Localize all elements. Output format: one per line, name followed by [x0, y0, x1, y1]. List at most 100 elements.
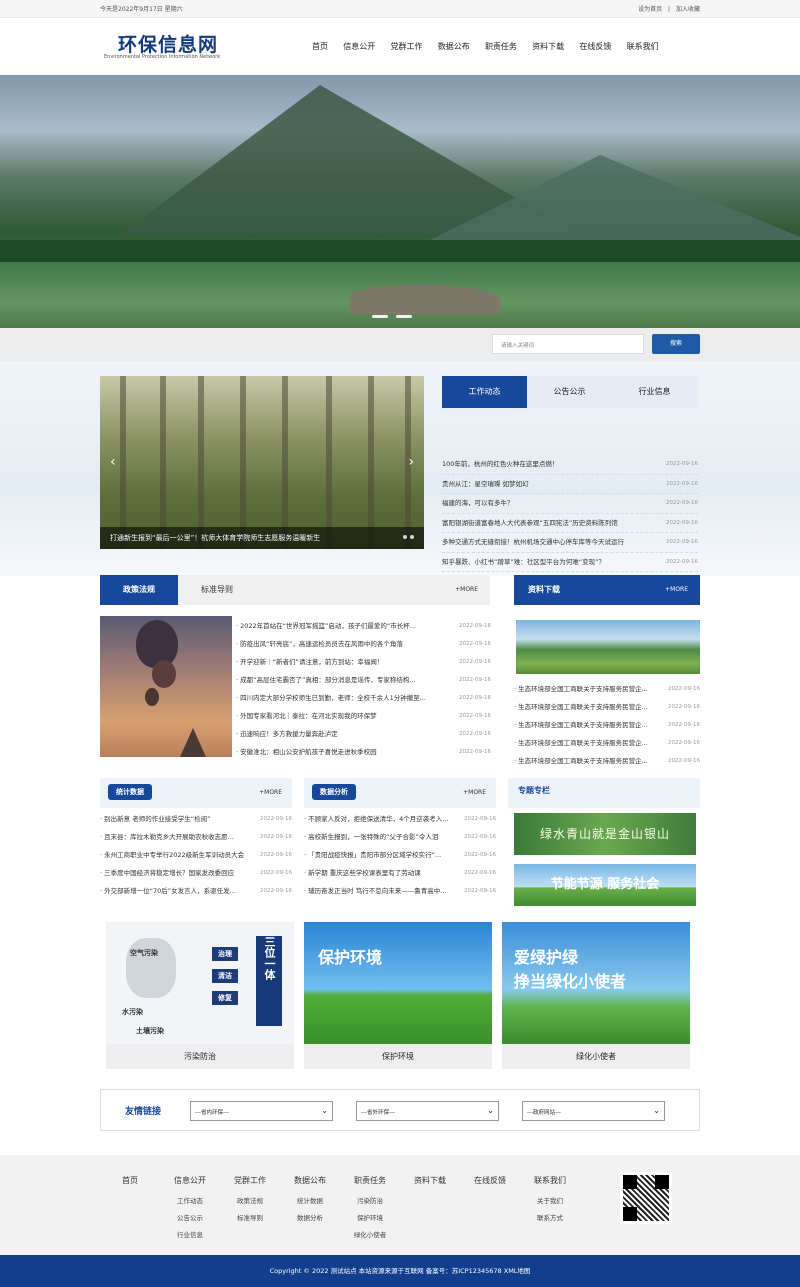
list-item[interactable]: · 新学期 重庆这些学校课表里有了劳动课 2022-09-16 [304, 864, 496, 882]
list-item-title[interactable]: · 生态环境部全国工商联关于支持服务民营企... [514, 721, 648, 729]
list-item-title[interactable]: · 外交部新增一位“70后”女发言人，系驱任发... [100, 887, 236, 895]
list-item-title[interactable]: · 2022年首站在“世界冠军摇篮”启动，孩子们最爱的“市长杯... [236, 622, 416, 630]
tab-work-news[interactable]: 工作动态 [442, 376, 527, 408]
list-item-title[interactable]: · 四川内定大部分学校师生已到勤，老师：全校千余人1分钟撤至... [236, 694, 426, 702]
list-item[interactable]: · 2022年首站在“世界冠军摇篮”启动，孩子们最爱的“市长杯... 2022-0… [236, 617, 491, 635]
footer-sublink[interactable]: 关于我们 [526, 1193, 574, 1210]
list-item[interactable]: · 成都“高层住宅霸否了”真相：部分消息是谣传，专家称结构... 2022-09-… [236, 671, 491, 689]
footer-sublink[interactable]: 绿化小使者 [346, 1227, 394, 1244]
footer-sublink[interactable]: 公告公示 [166, 1210, 214, 1227]
footer-link-info[interactable]: 信息公开 [166, 1175, 214, 1186]
list-item-title[interactable]: · 外国专家看河北｜泰拉：在河北实现我的环保梦 [236, 712, 377, 720]
nav-item-downloads[interactable]: 资料下载 [532, 41, 564, 52]
nav-item-contact[interactable]: 联系我们 [627, 41, 659, 52]
downloads-more-link[interactable]: +MORE [665, 575, 688, 605]
search-button[interactable]: 搜索 [652, 334, 700, 354]
nav-item-party[interactable]: 党群工作 [390, 41, 422, 52]
footer-sublink[interactable]: 政策法规 [226, 1193, 274, 1210]
set-home-link[interactable]: 设为首页 [638, 6, 662, 13]
tab-standards[interactable]: 标准导则 [178, 575, 256, 605]
special-banner-green[interactable]: 绿水青山就是金山银山 [514, 813, 696, 855]
footer-sublink[interactable]: 保护环境 [346, 1210, 394, 1227]
list-item[interactable]: · 别出新意 老师的作业接受学生“检阅” 2022-09-16 [100, 810, 292, 828]
list-item-title[interactable]: · 开学迎新｜“新者们”请注意，前方到站：幸福阀！ [236, 658, 383, 666]
slider-dot[interactable] [403, 535, 407, 539]
list-item-title[interactable]: 贵州从江：星空璀璨 如梦如幻 [442, 480, 529, 488]
site-logo[interactable]: 环保信息网 [118, 30, 218, 57]
list-item[interactable]: 多种交通方式无缝衔接！杭州机场交通中心停车库等今天试运行 2022-09-16 [442, 533, 698, 553]
slider-next-icon[interactable]: › [408, 454, 414, 470]
list-item[interactable]: · 生态环境部全国工商联关于支持服务民营企... 2022-09-16 [514, 716, 700, 734]
select-province-env[interactable]: ---省内环保--- ⌄ [190, 1101, 333, 1121]
footer-link-home[interactable]: 首页 [110, 1175, 150, 1186]
nav-item-home[interactable]: 首页 [312, 41, 328, 52]
card-pollution[interactable]: 空气污染 治理 清洁 修复 水污染 土壤污染 三位一体 污染防治 [106, 922, 294, 1069]
select-outside-env[interactable]: ---省外环保--- ⌄ [356, 1101, 499, 1121]
footer-link-contact[interactable]: 联系我们 [526, 1175, 574, 1186]
list-item[interactable]: 福建的海，可以有多牛？ 2022-09-16 [442, 494, 698, 514]
list-item-title[interactable]: · 生态环境部全国工商联关于支持服务民营企... [514, 757, 648, 765]
footer-sublink[interactable]: 数据分析 [286, 1210, 334, 1227]
list-item[interactable]: · 三季度中国经济将稳定增长？国家发改委回应 2022-09-16 [100, 864, 292, 882]
list-item[interactable]: 富阳银湖街道富春地人大代表参观“五四宪法”历史资料陈列馆 2022-09-16 [442, 514, 698, 533]
footer-link-data[interactable]: 数据公布 [286, 1175, 334, 1186]
tab-industry[interactable]: 行业信息 [612, 376, 697, 408]
list-item[interactable]: · 安徽淮北：相山公安护航孩子喜悦走进秋季校园 2022-09-16 [236, 743, 491, 761]
list-item[interactable]: · 「贵阳战疫快报」贵阳市部分区域学校实行“... 2022-09-16 [304, 846, 496, 864]
footer-link-duties[interactable]: 职责任务 [346, 1175, 394, 1186]
card-caption[interactable]: 绿化小使者 [502, 1044, 690, 1069]
list-item-title[interactable]: 知乎暴跌、小红书“蹭草”难：社区型平台为何难“变现”？ [442, 558, 605, 566]
footer-link-party[interactable]: 党群工作 [226, 1175, 274, 1186]
downloads-image[interactable] [516, 620, 700, 674]
list-item-title[interactable]: 富阳银湖街道富春地人大代表参观“五四宪法”历史资料陈列馆 [442, 519, 618, 527]
list-item[interactable]: · 高校新生报到，一张特殊的“父子合影”令人泪 2022-09-16 [304, 828, 496, 846]
list-item[interactable]: 知乎暴跌、小红书“蹭草”难：社区型平台为何难“变现”？ 2022-09-16 [442, 553, 698, 572]
list-item-title[interactable]: · 三季度中国经济将稳定增长？国家发改委回应 [100, 869, 234, 877]
list-item-title[interactable]: · 成都“高层住宅霸否了”真相：部分消息是谣传，专家称结构... [236, 676, 416, 684]
list-item-title[interactable]: · 永州工商职业中专举行2022级新生军训动员大会 [100, 851, 244, 859]
nav-item-data[interactable]: 数据公布 [438, 41, 470, 52]
footer-sublink[interactable]: 行业信息 [166, 1227, 214, 1244]
add-favorite-link[interactable]: 加入收藏 [676, 6, 700, 13]
list-item[interactable]: · 不顾家人反对，拒绝保送清华，4个月逆袭考入... 2022-09-16 [304, 810, 496, 828]
card-caption[interactable]: 保护环境 [304, 1044, 492, 1069]
list-item[interactable]: · 且末县：库拉木勒克乡大开展助农秋收志愿... 2022-09-16 [100, 828, 292, 846]
list-item-title[interactable]: 100年前，杭州的红色火种在这里点燃！ [442, 460, 558, 468]
list-item[interactable]: · 防疫出风“轩亮底”，高速运检员员去在风雨中的各个角落 2022-09-16 [236, 635, 491, 653]
list-item[interactable]: · 开学迎新｜“新者们”请注意，前方到站：幸福阀！ 2022-09-16 [236, 653, 491, 671]
list-item[interactable]: 贵州从江：星空璀璨 如梦如幻 2022-09-16 [442, 475, 698, 494]
list-item[interactable]: · 外国专家看河北｜泰拉：在河北实现我的环保梦 2022-09-16 [236, 707, 491, 725]
list-item-title[interactable]: · 且末县：库拉木勒克乡大开展助农秋收志愿... [100, 833, 234, 841]
slider-prev-icon[interactable]: ‹ [110, 454, 116, 470]
slider-caption[interactable]: 打通新生报到“最后一公里”！杭师大体育学院师生志愿服务温暖新生 [100, 527, 424, 549]
list-item[interactable]: · 辅历奋发正当时 笃行不怠向未来——鲁青高中... 2022-09-16 [304, 882, 496, 900]
list-item[interactable]: · 生态环境部全国工商联关于支持服务民营企... 2022-09-16 [514, 752, 700, 770]
list-item-title[interactable]: · 生态环境部全国工商联关于支持服务民营企... [514, 685, 648, 693]
footer-sublink[interactable]: 污染防治 [346, 1193, 394, 1210]
news-slider[interactable]: ‹ › 打通新生报到“最后一公里”！杭师大体育学院师生志愿服务温暖新生 [100, 376, 424, 549]
list-item[interactable]: · 四川内定大部分学校师生已到勤，老师：全校千余人1分钟撤至... 2022-09… [236, 689, 491, 707]
nav-item-info[interactable]: 信息公开 [343, 41, 375, 52]
policy-image[interactable] [100, 616, 232, 757]
footer-sublink[interactable]: 工作动态 [166, 1193, 214, 1210]
list-item-title[interactable]: · 新学期 重庆这些学校课表里有了劳动课 [304, 869, 421, 877]
list-item-title[interactable]: 多种交通方式无缝衔接！杭州机场交通中心停车库等今天试运行 [442, 538, 624, 546]
policy-more-link[interactable]: +MORE [455, 575, 478, 605]
list-item[interactable]: · 生态环境部全国工商联关于支持服务民营企... 2022-09-16 [514, 734, 700, 752]
list-item-title[interactable]: · 不顾家人反对，拒绝保送清华，4个月逆袭考入... [304, 815, 448, 823]
card-caption[interactable]: 污染防治 [106, 1044, 294, 1069]
list-item-title[interactable]: · 「贵阳战疫快报」贵阳市部分区域学校实行“... [304, 851, 441, 859]
list-item-title[interactable]: · 迅速响应！多方救援力量奔赴泸定 [236, 730, 338, 738]
slider-dot[interactable] [410, 535, 414, 539]
list-item-title[interactable]: · 别出新意 老师的作业接受学生“检阅” [100, 815, 210, 823]
footer-link-downloads[interactable]: 资料下载 [406, 1175, 454, 1186]
tab-policy[interactable]: 政策法规 [100, 575, 178, 605]
analysis-more-link[interactable]: +MORE [463, 778, 486, 808]
list-item-title[interactable]: · 生态环境部全国工商联关于支持服务民营企... [514, 703, 648, 711]
tab-notices[interactable]: 公告公示 [527, 376, 612, 408]
list-item-title[interactable]: · 高校新生报到，一张特殊的“父子合影”令人泪 [304, 833, 438, 841]
list-item-title[interactable]: · 安徽淮北：相山公安护航孩子喜悦走进秋季校园 [236, 748, 377, 756]
footer-sublink[interactable]: 标准导则 [226, 1210, 274, 1227]
list-item[interactable]: · 生态环境部全国工商联关于支持服务民营企... 2022-09-16 [514, 680, 700, 698]
list-item[interactable]: · 外交部新增一位“70后”女发言人，系驱任发... 2022-09-16 [100, 882, 292, 900]
